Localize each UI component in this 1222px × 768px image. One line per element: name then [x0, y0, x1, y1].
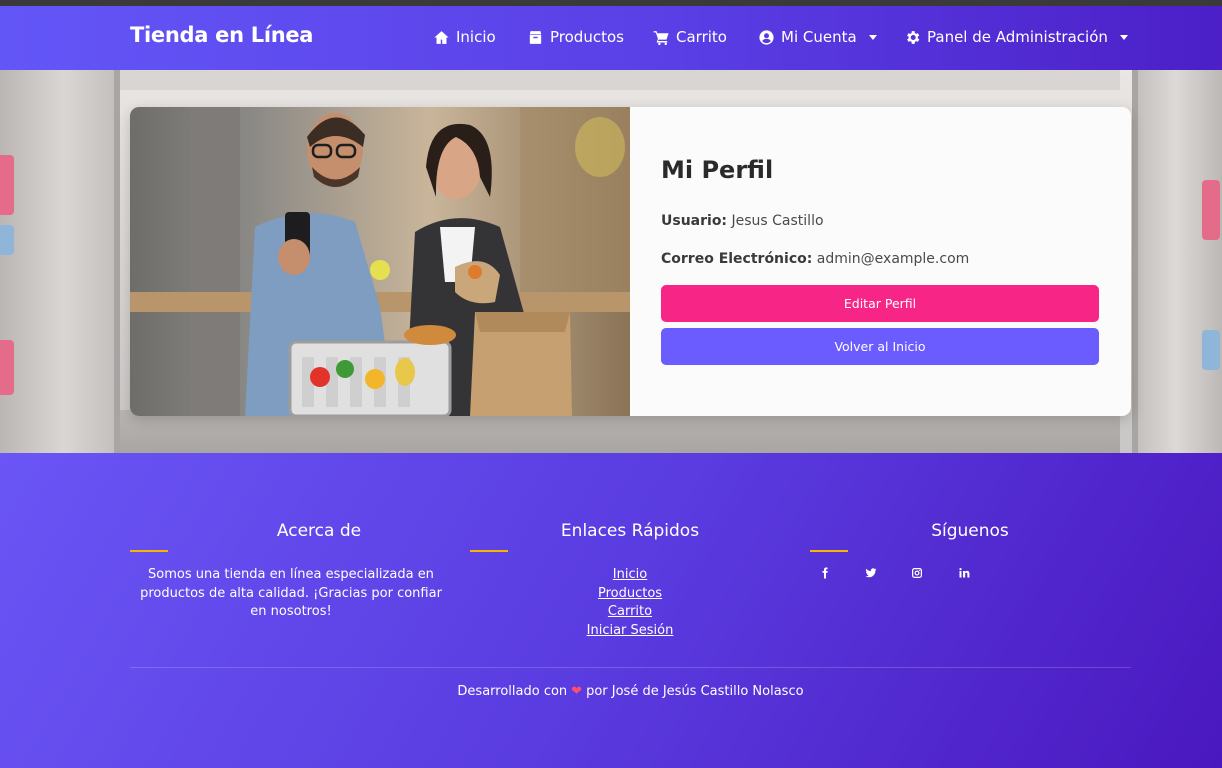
brand-logo[interactable]: Tienda en Línea — [130, 23, 313, 47]
nav-productos[interactable]: Productos — [527, 28, 624, 46]
nav-inicio[interactable]: Inicio — [433, 28, 496, 46]
box-icon — [529, 30, 542, 44]
footer-rule — [470, 550, 508, 552]
nav-panel-admin[interactable]: Panel de Administración — [904, 28, 1128, 46]
footer-credit: Desarrollado con ❤ por José de Jesús Casti… — [0, 684, 1222, 699]
navbar: Tienda en Línea Inicio Productos Carrito… — [0, 6, 1222, 70]
footer-link-productos[interactable]: Productos — [470, 585, 790, 604]
nav-mi-cuenta-label: Mi Cuenta — [781, 28, 857, 46]
twitter-icon[interactable] — [864, 566, 878, 580]
credit-author: por José de Jesús Castillo Nolasco — [586, 684, 804, 699]
footer-link-inicio[interactable]: Inicio — [470, 566, 790, 585]
footer-about-text: Somos una tienda en línea especializada … — [140, 567, 442, 619]
credit-prefix: Desarrollado con — [457, 684, 568, 699]
username-value: Jesus Castillo — [731, 213, 824, 229]
footer-links-list: Inicio Productos Carrito Iniciar Sesión — [470, 566, 790, 640]
username-row: Usuario: Jesus Castillo — [661, 213, 824, 229]
background-bottle — [0, 155, 14, 215]
nav-carrito-label: Carrito — [676, 28, 727, 46]
background-bottle — [0, 225, 14, 255]
footer-link-carrito[interactable]: Carrito — [470, 603, 790, 622]
linkedin-icon[interactable] — [957, 566, 971, 580]
nav-productos-label: Productos — [550, 28, 624, 46]
user-circle-icon — [759, 29, 774, 45]
footer-about-title: Acerca de — [276, 521, 362, 541]
email-label: Correo Electrónico: — [661, 251, 813, 267]
background-shelf-bottom — [120, 410, 1120, 453]
footer: Acerca de Somos una tienda en línea espe… — [0, 453, 1222, 768]
username-label: Usuario: — [661, 213, 728, 229]
chevron-down-icon — [1119, 34, 1128, 40]
cart-icon — [653, 30, 669, 45]
nav-inicio-label: Inicio — [456, 28, 496, 46]
nav-mi-cuenta[interactable]: Mi Cuenta — [758, 28, 877, 46]
back-home-button[interactable]: Volver al Inicio — [661, 328, 1099, 365]
heart-icon: ❤ — [571, 684, 583, 699]
background-fridge-left — [0, 70, 120, 453]
instagram-icon[interactable] — [910, 566, 924, 580]
footer-social-title: Síguenos — [931, 521, 1009, 541]
footer-link-iniciar-sesion[interactable]: Iniciar Sesión — [470, 622, 790, 641]
edit-profile-button[interactable]: Editar Perfil — [661, 285, 1099, 322]
nav-panel-admin-label: Panel de Administración — [927, 28, 1108, 46]
background-shelf — [120, 70, 1120, 90]
background-bottle — [1202, 330, 1220, 370]
gear-icon — [907, 30, 920, 44]
shoppers-photo — [130, 107, 630, 416]
home-icon — [434, 30, 449, 44]
chevron-down-icon — [868, 34, 877, 40]
footer-rule — [130, 550, 168, 552]
footer-rule — [810, 550, 848, 552]
background-fridge-right — [1132, 70, 1222, 453]
nav-carrito[interactable]: Carrito — [653, 28, 727, 46]
background-bottle — [1202, 180, 1220, 240]
footer-divider — [130, 667, 1131, 668]
email-value: admin@example.com — [816, 251, 970, 267]
email-row: Correo Electrónico: admin@example.com — [661, 251, 969, 267]
page-title: Mi Perfil — [661, 156, 774, 184]
facebook-icon[interactable] — [818, 566, 832, 580]
profile-details: Mi Perfil Usuario: Jesus Castillo Correo… — [661, 107, 1101, 416]
footer-links-title: Enlaces Rápidos — [560, 521, 700, 541]
profile-card: Mi Perfil Usuario: Jesus Castillo Correo… — [130, 107, 1131, 416]
background-bottle — [0, 340, 14, 395]
